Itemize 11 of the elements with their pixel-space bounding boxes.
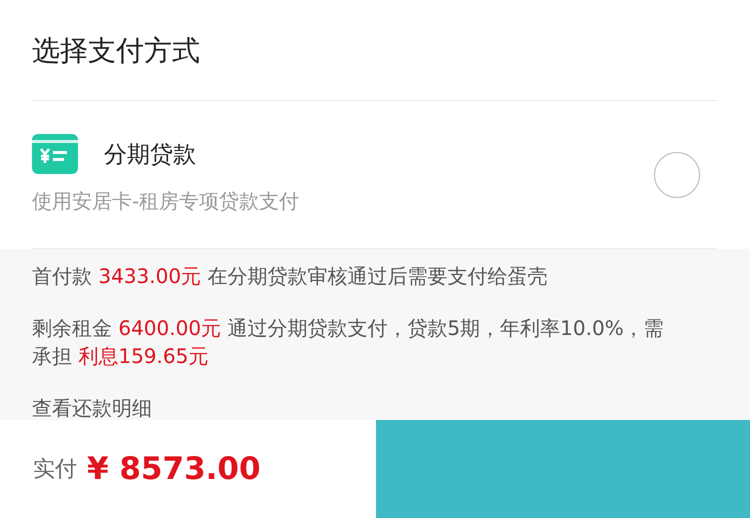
radio-button[interactable] bbox=[654, 152, 700, 198]
option-description: 使用安居卡-租房专项贷款支付 bbox=[32, 188, 300, 215]
page-title: 选择支付方式 bbox=[31, 33, 201, 69]
pay-button[interactable] bbox=[376, 420, 750, 518]
total-amount: ¥ 8573.00 bbox=[87, 451, 261, 487]
total-label: 实付 bbox=[33, 456, 77, 484]
detail-text: 剩余租金 6400.00元 通过分期贷款支付，贷款5期，年利率10.0%，需承担 利息159.65元 bbox=[32, 315, 665, 370]
repayment-link[interactable]: 查看还款明细 bbox=[32, 394, 152, 420]
option-label: 分期贷款 bbox=[104, 140, 196, 170]
card-icon bbox=[32, 134, 78, 174]
detail-text: 首付款 3433.00元 在分期贷款审核通过后需要支付给蛋壳 bbox=[32, 263, 548, 290]
